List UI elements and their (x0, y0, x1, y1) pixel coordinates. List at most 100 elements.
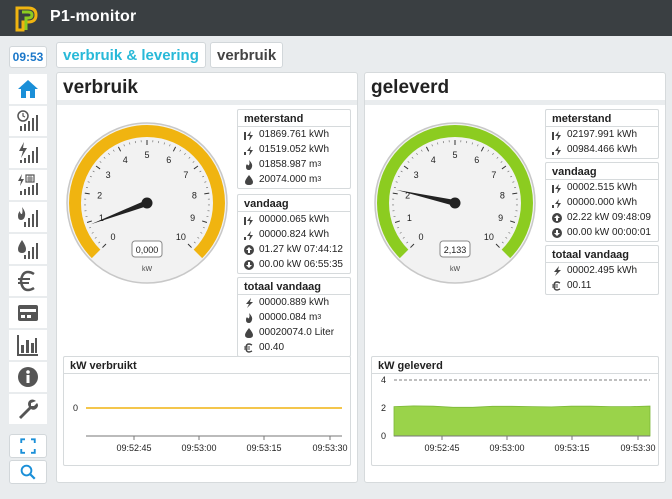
chart-title: kW geleverd (372, 357, 658, 374)
sidebar-item-clock-bars[interactable] (9, 106, 47, 136)
value-row: 00000.065 kWh (238, 212, 350, 227)
euro-icon (242, 342, 256, 354)
value-text: 00.00 kW 00:00:01 (567, 227, 651, 238)
tariff-high-icon (550, 129, 564, 141)
search-icon (20, 464, 36, 480)
drop-icon (242, 327, 256, 339)
value-text: 01519.052 kWh (259, 144, 330, 155)
value-text: 00000.084 m (259, 312, 318, 323)
gauge-tick-label: 5 (452, 150, 457, 160)
box-title: totaal vandaag (238, 278, 350, 295)
home-icon (18, 80, 38, 98)
value-text: 01869.761 kWh (259, 129, 330, 140)
sidebar-item-water-bars[interactable] (9, 234, 47, 264)
gauge-tick-label: 8 (500, 190, 505, 200)
sidebar-item-home[interactable] (9, 74, 47, 104)
value-row: 00984.466 kWh (546, 142, 658, 157)
sidebar-item-phase-bars[interactable] (9, 170, 47, 200)
p1-logo-icon (15, 6, 38, 32)
value-row: 01858.987 m3 (238, 157, 350, 172)
y-tick-label: 4 (381, 375, 386, 385)
sidebar: 09:53 (5, 42, 47, 496)
meterstand-box: meterstand 02197.991 kWh 00984.466 kWh (545, 109, 659, 159)
sidebar-item-gas-bars[interactable] (9, 202, 47, 232)
phase-bars-icon (18, 174, 38, 195)
tariff-low-icon (242, 144, 256, 156)
value-row: 00020074.0 Liter (238, 325, 350, 340)
tab-verbruik-levering[interactable]: verbruik & levering (56, 42, 206, 68)
value-text: 00020074.0 Liter (259, 327, 335, 338)
chart-kw-geleverd: kW geleverd 0 2 4 09:52:45 09:53:00 09:53:15 0… (371, 356, 659, 466)
x-tick-label: 09:53:15 (554, 443, 589, 453)
value-row: 00000.824 kWh (238, 227, 350, 242)
panel-title: geleverd (371, 77, 450, 98)
gauge-readout: 0,000 (136, 245, 159, 255)
fullscreen-button[interactable] (9, 434, 47, 458)
wrench-icon (19, 399, 38, 419)
value-row: 01.27 kW 07:44:12 (238, 242, 350, 257)
gauge-tick-label: 4 (431, 155, 436, 165)
arrow-up-icon (550, 212, 564, 224)
sidebar-item-stats[interactable] (9, 330, 47, 360)
sidebar-item-power-bars[interactable] (9, 138, 47, 168)
series-area (393, 405, 651, 437)
gauge-tick-label: 3 (106, 170, 111, 180)
bar-chart-icon (17, 335, 38, 356)
y-tick-label: 0 (73, 403, 78, 413)
value-row: 00.40 (238, 340, 350, 355)
value-text: 01.27 kW 07:44:12 (259, 244, 343, 255)
gauge-tick-label: 6 (474, 155, 479, 165)
tariff-low-icon (550, 144, 564, 156)
gauge-tick-label: 0 (419, 232, 424, 242)
value-row: 20074.000 m3 (238, 172, 350, 187)
value-text: 00000.824 kWh (259, 229, 330, 240)
value-row: 00.00 kW 00:00:01 (546, 225, 658, 240)
gauge-tick-label: 10 (484, 232, 494, 242)
vandaag-box: vandaag 00000.065 kWh 00000.824 kWh 01.27 … (237, 194, 351, 274)
unit-superscript: 3 (317, 176, 322, 183)
value-row: 01519.052 kWh (238, 142, 350, 157)
value-text: 01858.987 m (259, 159, 318, 170)
sidebar-item-info[interactable] (9, 362, 47, 392)
value-row: 01869.761 kWh (238, 127, 350, 142)
sidebar-item-meter[interactable] (9, 298, 47, 328)
value-text: 00000.889 kWh (259, 297, 330, 308)
box-title: totaal vandaag (546, 246, 658, 263)
value-row: 00002.495 kWh (546, 263, 658, 278)
x-tick-label: 09:52:45 (424, 443, 459, 453)
sidebar-item-euro[interactable] (9, 266, 47, 296)
unit-superscript: 3 (317, 314, 322, 321)
sidebar-item-settings[interactable] (9, 394, 47, 424)
tariff-low-icon (242, 229, 256, 241)
panel-title: verbruik (63, 77, 138, 98)
gauge-tick-label: 1 (407, 213, 412, 223)
gauge-tick-label: 9 (498, 213, 503, 223)
tariff-high-icon (242, 214, 256, 226)
flame-icon (242, 312, 256, 324)
arrow-down-icon (242, 259, 256, 271)
gauge-tick-label: 2 (97, 190, 102, 200)
tab-verbruik[interactable]: verbruik (210, 42, 284, 68)
gauge-tick-label: 0 (111, 232, 116, 242)
power-gauge: 0123456789100,000kW (66, 122, 228, 284)
flame-icon (242, 159, 256, 171)
chart-kw-verbruikt: kW verbruikt 0 09:52:45 09:53:00 09:53:15 09… (63, 356, 351, 466)
tariff-high-icon (242, 129, 256, 141)
gauge-tick-label: 8 (192, 190, 197, 200)
gauge-tick-label: 10 (176, 232, 186, 242)
drop-icon (242, 174, 256, 186)
value-row: 00002.515 kWh (546, 180, 658, 195)
euro-icon (550, 280, 564, 292)
clock-bars-icon (17, 110, 38, 131)
x-tick-label: 09:53:00 (181, 443, 216, 453)
value-text: 00.40 (259, 342, 285, 353)
x-tick-label: 09:53:30 (312, 443, 347, 453)
panel-verbruik: verbruik 0 1 2 3 4 5 6 7 8 9 10 0,000 kW meterstand … (56, 72, 358, 483)
box-title: meterstand (546, 110, 658, 127)
gauge-tick-label: 4 (123, 155, 128, 165)
gauge-hub (141, 197, 153, 209)
value-row: 02197.991 kWh (546, 127, 658, 142)
tariff-high-icon (550, 182, 564, 194)
x-tick-label: 09:53:30 (620, 443, 655, 453)
search-button[interactable] (9, 460, 47, 484)
